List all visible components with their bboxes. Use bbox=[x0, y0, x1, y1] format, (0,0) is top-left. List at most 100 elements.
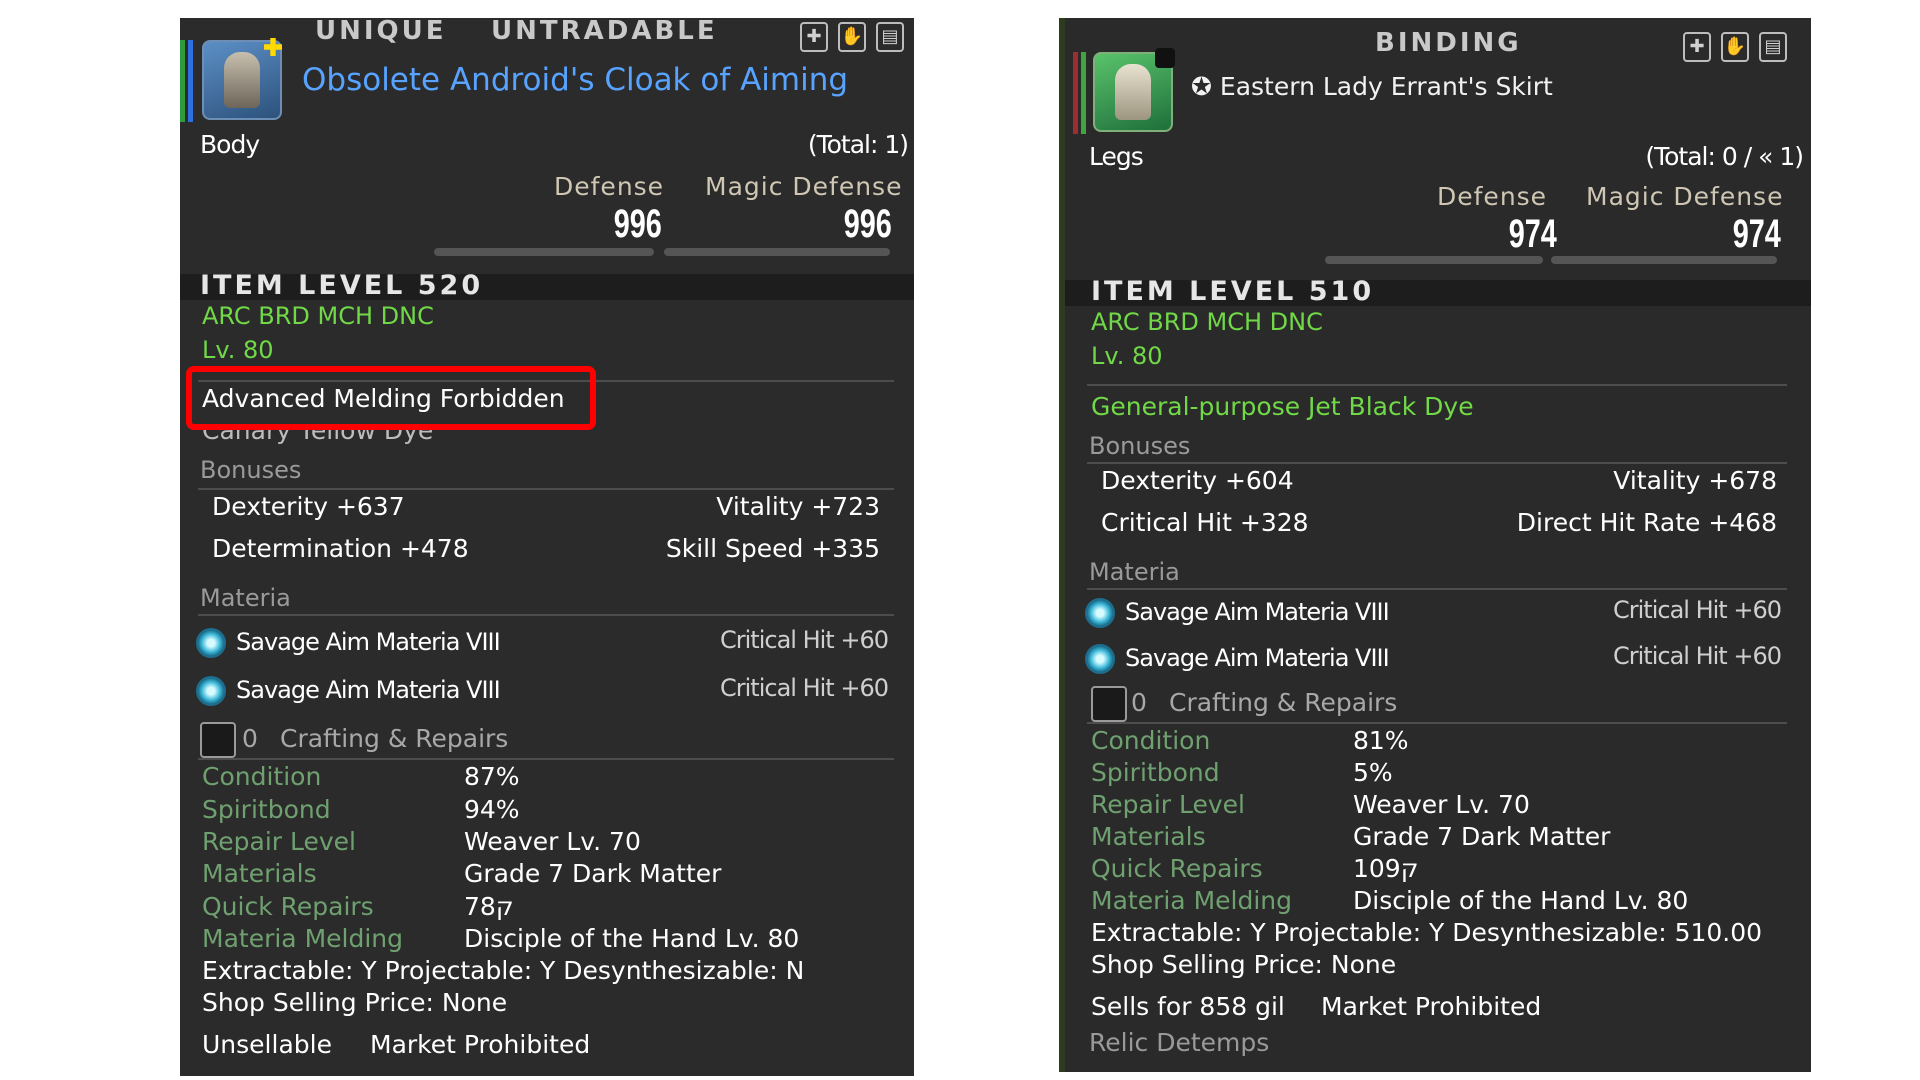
equip-slot: Body bbox=[200, 130, 260, 159]
materia-name: Savage Aim Materia VIII bbox=[236, 676, 501, 704]
equip-slot: Legs bbox=[1089, 142, 1144, 171]
materia-bonus: Critical Hit +60 bbox=[1613, 642, 1782, 670]
prop-value: Disciple of the Hand Lv. 80 bbox=[1353, 886, 1689, 915]
total-count: (Total: 0 / « 1) bbox=[1645, 142, 1804, 171]
sell-status: Unsellable bbox=[202, 1030, 332, 1059]
defense-value: 974 bbox=[1508, 212, 1557, 256]
magic-defense-label: Magic Defense bbox=[1586, 182, 1784, 211]
job-classes: ARC BRD MCH DNC bbox=[1091, 308, 1323, 336]
bonus-stat: Direct Hit Rate +468 bbox=[1516, 508, 1777, 537]
prop-value: Weaver Lv. 70 bbox=[1353, 790, 1530, 819]
item-name-text: Eastern Lady Errant's Skirt bbox=[1219, 72, 1553, 101]
materia-name: Savage Aim Materia VIII bbox=[1125, 644, 1390, 672]
item-icon[interactable] bbox=[1093, 48, 1175, 132]
stat-bars bbox=[180, 40, 193, 122]
craft-count: 0 bbox=[242, 724, 258, 753]
item-icon[interactable] bbox=[202, 38, 282, 120]
required-level: Lv. 80 bbox=[1091, 342, 1163, 370]
prop-label: Repair Level bbox=[202, 827, 356, 856]
item-name: Obsolete Android's Cloak of Aiming bbox=[302, 62, 849, 98]
prop-label: Condition bbox=[202, 762, 322, 791]
crest-icon: ✪ bbox=[1191, 72, 1220, 101]
bonus-stat: Determination +478 bbox=[212, 534, 469, 563]
defense-label: Defense bbox=[554, 172, 665, 201]
divider bbox=[1087, 462, 1787, 464]
materia-bonus: Critical Hit +60 bbox=[720, 626, 889, 654]
item-name: ✪ Eastern Lady Errant's Skirt bbox=[1191, 72, 1553, 101]
prop-value: 94% bbox=[464, 795, 520, 824]
bonus-stat: Critical Hit +328 bbox=[1101, 508, 1309, 537]
prop-label: Materials bbox=[1091, 822, 1206, 851]
divider bbox=[1087, 588, 1787, 590]
extract-line: Extractable: Y Projectable: Y Desynthesi… bbox=[1091, 918, 1763, 947]
prop-label: Materials bbox=[202, 859, 317, 888]
sell-status: Sells for 858 gil bbox=[1091, 992, 1285, 1021]
bonus-stat: Skill Speed +335 bbox=[665, 534, 880, 563]
bonus-stat: Dexterity +604 bbox=[1101, 466, 1294, 495]
bonus-stat: Vitality +678 bbox=[1613, 466, 1777, 495]
item-tooltip-right: BINDING ✚ ✋ ▤ ✪ Eastern Lady Errant's Sk… bbox=[1059, 18, 1811, 1072]
prop-value: Grade 7 Dark Matter bbox=[1353, 822, 1611, 851]
cloak-image bbox=[224, 52, 260, 108]
required-level: Lv. 80 bbox=[202, 336, 274, 364]
bonus-stat: Dexterity +637 bbox=[212, 492, 405, 521]
dye-name: General-purpose Jet Black Dye bbox=[1091, 392, 1474, 421]
add-icon[interactable]: ✚ bbox=[800, 22, 828, 52]
materia-icon bbox=[1085, 598, 1115, 628]
prop-label: Quick Repairs bbox=[1091, 854, 1263, 883]
prop-label: Condition bbox=[1091, 726, 1211, 755]
item-level: ITEM LEVEL 510 bbox=[1091, 276, 1375, 307]
materia-icon bbox=[196, 676, 226, 706]
magic-defense-value: 996 bbox=[843, 202, 892, 246]
shop-price: Shop Selling Price: None bbox=[1091, 950, 1397, 979]
add-icon[interactable]: ✚ bbox=[1683, 32, 1711, 62]
container-icon[interactable]: ▤ bbox=[1759, 32, 1787, 62]
prop-value: 87% bbox=[464, 762, 520, 791]
materia-icon bbox=[196, 628, 226, 658]
hand-icon[interactable]: ✋ bbox=[1721, 32, 1749, 62]
bonus-stat: Vitality +723 bbox=[716, 492, 880, 521]
divider bbox=[1087, 722, 1787, 724]
prop-value: 5% bbox=[1353, 758, 1393, 787]
extract-line: Extractable: Y Projectable: Y Desynthesi… bbox=[202, 956, 805, 985]
divider bbox=[198, 758, 894, 760]
stat-bars bbox=[1073, 52, 1086, 134]
market-status: Market Prohibited bbox=[370, 1030, 591, 1059]
defense-value: 996 bbox=[613, 202, 662, 246]
market-status: Market Prohibited bbox=[1321, 992, 1542, 1021]
prop-label: Spiritbond bbox=[1091, 758, 1220, 787]
hand-icon[interactable]: ✋ bbox=[838, 22, 866, 52]
prop-value: 81% bbox=[1353, 726, 1409, 755]
materia-name: Savage Aim Materia VIII bbox=[236, 628, 501, 656]
shop-price: Shop Selling Price: None bbox=[202, 988, 508, 1017]
materia-label: Materia bbox=[200, 584, 291, 612]
defense-bar bbox=[434, 248, 654, 256]
prop-value: Weaver Lv. 70 bbox=[464, 827, 641, 856]
prop-value: Grade 7 Dark Matter bbox=[464, 859, 722, 888]
materia-name: Savage Aim Materia VIII bbox=[1125, 598, 1390, 626]
materia-icon bbox=[1085, 644, 1115, 674]
plus-badge-icon bbox=[264, 38, 282, 56]
highlight-box bbox=[186, 366, 596, 430]
craft-label: Crafting & Repairs bbox=[1169, 688, 1398, 717]
prop-label: Quick Repairs bbox=[202, 892, 374, 921]
defense-label: Defense bbox=[1437, 182, 1548, 211]
prop-label: Spiritbond bbox=[202, 795, 331, 824]
header-icons: ✚ ✋ ▤ bbox=[800, 22, 904, 52]
badge-icon bbox=[1155, 48, 1175, 68]
tag-binding: BINDING bbox=[1375, 28, 1522, 58]
materia-bonus: Critical Hit +60 bbox=[1613, 596, 1782, 624]
skirt-image bbox=[1115, 64, 1151, 120]
container-icon[interactable]: ▤ bbox=[876, 22, 904, 52]
magic-defense-label: Magic Defense bbox=[705, 172, 903, 201]
item-level: ITEM LEVEL 520 bbox=[200, 270, 484, 301]
prop-value: 109ק bbox=[1353, 854, 1419, 883]
materia-bonus: Critical Hit +60 bbox=[720, 674, 889, 702]
tag-unique: UNIQUE bbox=[315, 18, 447, 46]
item-tooltip-left: UNIQUE UNTRADABLE ✚ ✋ ▤ Obsolete Android… bbox=[180, 18, 914, 1076]
total-count: (Total: 1) bbox=[807, 130, 909, 159]
craft-count: 0 bbox=[1131, 688, 1147, 717]
tag-untradable: UNTRADABLE bbox=[491, 18, 718, 46]
divider bbox=[198, 614, 894, 616]
prop-label: Materia Melding bbox=[202, 924, 403, 953]
